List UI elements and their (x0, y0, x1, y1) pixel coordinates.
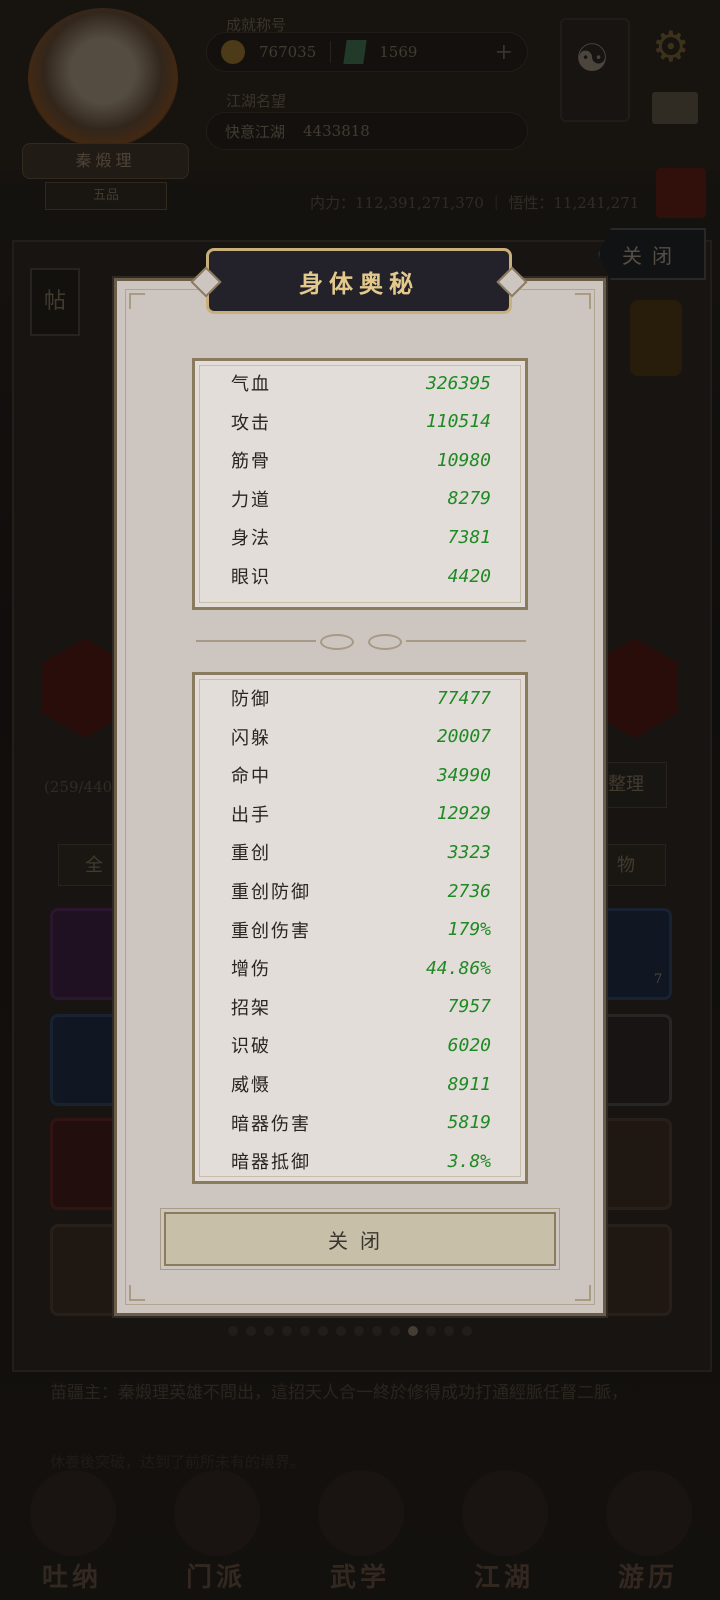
stat-label: 增伤 (231, 959, 271, 981)
stat-label: 力道 (231, 489, 271, 511)
stat-value: 20007 (436, 726, 491, 748)
stat-value: 7381 (447, 526, 491, 548)
stat-label: 识破 (231, 1036, 271, 1058)
stat-value: 2736 (447, 880, 491, 902)
stat-label: 筋骨 (231, 451, 271, 473)
stat-label: 身法 (231, 528, 271, 550)
corner-ornament (575, 1285, 591, 1301)
stat-label: 出手 (231, 804, 271, 826)
stat-value: 77477 (436, 687, 491, 709)
primary-stats-box: 气血 326395 攻击 110514 筋骨 10980 力道 8279 身法 7381 眼识 442… (192, 358, 528, 610)
stat-row: 防御 77477 (231, 681, 491, 715)
corner-ornament (575, 293, 591, 309)
stat-value: 4420 (447, 565, 491, 587)
stat-row: 气血 326395 (231, 366, 491, 400)
stat-value: 8911 (447, 1073, 491, 1095)
stat-row: 眼识 4420 (231, 559, 491, 593)
stat-row: 识破 6020 (231, 1028, 491, 1062)
stat-label: 重创防御 (231, 882, 311, 903)
divider-ornament (320, 634, 354, 650)
stat-value: 179% (447, 919, 491, 941)
secondary-stats-box[interactable]: 防御 77477 闪躲 20007 命中 34990 出手 12929 重创 3323 重创防御 27… (192, 672, 528, 1184)
corner-ornament (129, 293, 145, 309)
stat-row: 增伤 44.86% (231, 951, 491, 985)
stat-label: 招架 (231, 997, 271, 1019)
stat-label: 气血 (231, 374, 271, 395)
divider-line (196, 640, 316, 642)
stat-row: 身法 7381 (231, 520, 491, 554)
stat-row: 力道 8279 (231, 482, 491, 516)
stat-value: 3.8% (447, 1150, 491, 1172)
stat-value: 5819 (447, 1112, 491, 1134)
stat-value: 8279 (447, 488, 491, 510)
stat-label: 威慑 (231, 1075, 271, 1096)
stat-row: 重创 3323 (231, 835, 491, 869)
stat-value: 34990 (436, 764, 491, 786)
ornament-divider (196, 634, 526, 650)
stat-value: 110514 (425, 411, 491, 433)
stat-label: 攻击 (231, 412, 271, 434)
stat-row: 重创防御 2736 (231, 874, 491, 908)
close-button[interactable]: 关闭 (160, 1208, 560, 1270)
divider-ornament (368, 634, 402, 650)
stat-value: 44.86% (425, 957, 491, 979)
divider-line (406, 640, 526, 642)
stat-label: 重创 (231, 843, 271, 865)
stat-value: 7957 (447, 996, 491, 1018)
stat-value: 12929 (436, 803, 491, 825)
stat-row: 威慑 8911 (231, 1067, 491, 1101)
stat-row: 命中 34990 (231, 758, 491, 792)
stat-label: 重创伤害 (231, 920, 311, 942)
stat-label: 眼识 (231, 567, 271, 588)
stat-row: 出手 12929 (231, 797, 491, 831)
stat-label: 命中 (231, 766, 271, 788)
stat-value: 6020 (447, 1034, 491, 1056)
corner-ornament (129, 1285, 145, 1301)
stat-value: 3323 (447, 841, 491, 863)
stat-label: 防御 (231, 689, 271, 710)
stat-row: 筋骨 10980 (231, 443, 491, 477)
modal-title: 身体奥秘 (206, 248, 512, 314)
stat-row: 闪躲 20007 (231, 720, 491, 754)
stat-value: 326395 (425, 372, 491, 394)
stat-row: 重创伤害 179% (231, 913, 491, 947)
stat-label: 暗器抵御 (231, 1152, 311, 1174)
stat-row: 暗器伤害 5819 (231, 1106, 491, 1140)
stat-row: 招架 7957 (231, 990, 491, 1024)
stat-row: 暗器抵御 3.8% (231, 1144, 491, 1178)
stat-row: 攻击 110514 (231, 405, 491, 439)
stat-value: 10980 (436, 449, 491, 471)
stat-label: 暗器伤害 (231, 1113, 311, 1135)
stat-label: 闪躲 (231, 727, 271, 749)
